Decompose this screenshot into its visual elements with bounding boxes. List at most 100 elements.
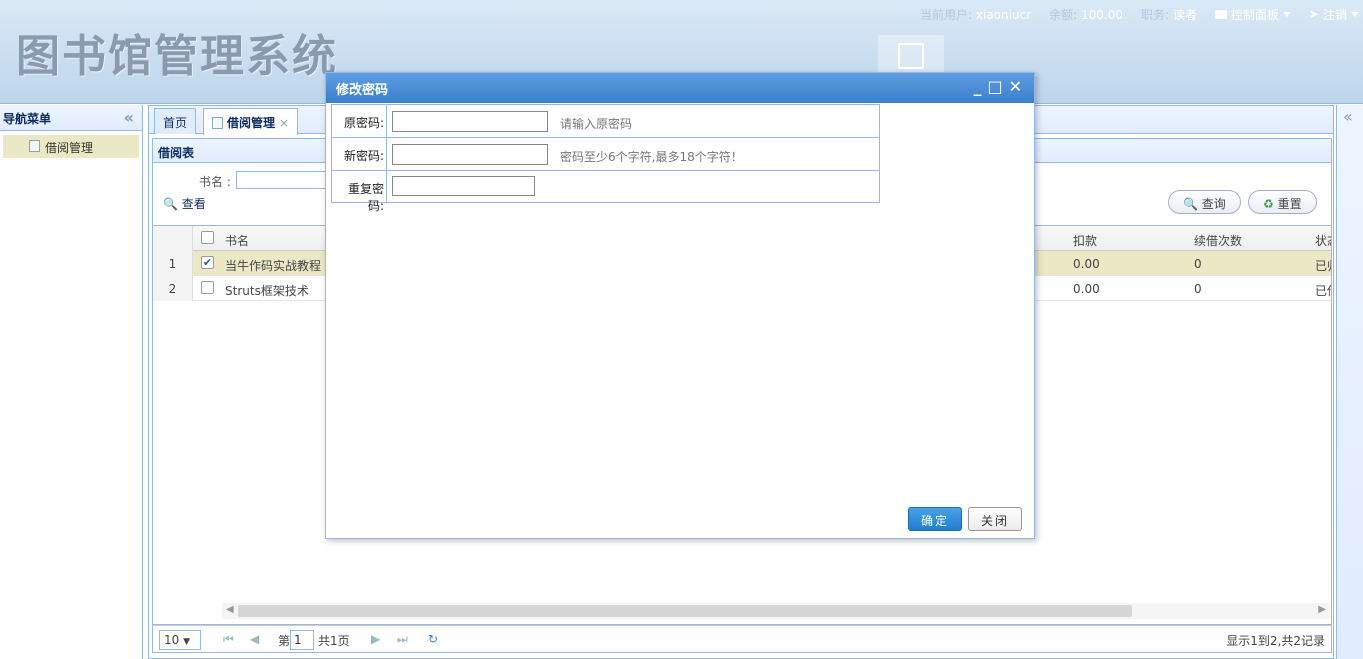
tab-label: 借阅管理 (227, 116, 276, 130)
cell-status: 已借 (1315, 284, 1331, 298)
role: 职务: 读者 (1141, 6, 1197, 23)
tab-home[interactable]: 首页 (154, 108, 197, 134)
search-icon: 🔍 (1183, 197, 1198, 211)
password-form: 原密码: 请输入原密码 新密码: 密码至少6个字符,最多18个字符！ 重复密码: (331, 104, 880, 213)
column-header-renew[interactable]: 续借次数 (1194, 232, 1242, 249)
scroll-left-icon[interactable]: ◀ (226, 604, 234, 615)
repeat-password-input[interactable] (392, 176, 535, 196)
search-label: 书名 : (199, 175, 231, 189)
cell-status: 已归 (1315, 259, 1331, 273)
edit-icon (898, 43, 924, 69)
confirm-button[interactable]: 确定 (908, 507, 963, 531)
current-user-value: xiaoniucr (975, 7, 1032, 22)
document-icon (29, 140, 40, 152)
refresh-icon[interactable]: ↻ (428, 632, 438, 646)
next-page-icon[interactable]: ▶ (371, 632, 380, 646)
page-prefix: 第 (278, 634, 291, 648)
current-user: 当前用户: xiaoniucr (920, 6, 1031, 23)
control-panel-menu[interactable]: 控制面板 (1214, 6, 1291, 23)
view-button[interactable]: 🔍 查看 (163, 195, 206, 212)
balance-value: 100.00 (1081, 7, 1124, 22)
monitor-icon (1214, 9, 1227, 19)
first-page-icon[interactable]: ⏮ (223, 632, 234, 647)
change-password-dialog: 修改密码 _ □ ✕ 原密码: 请输入原密码 新密码: 密码至少6个字符,最多1… (325, 72, 1035, 539)
east-panel: « (1336, 105, 1363, 659)
prev-page-icon[interactable]: ◀ (250, 632, 259, 646)
repeat-password-label: 重复密码: (332, 171, 387, 213)
balance-label: 余额: (1049, 7, 1078, 22)
row-number: 2 (153, 276, 193, 301)
control-panel-label: 控制面板 (1230, 7, 1279, 22)
page-size-value: 10 (164, 633, 180, 647)
dialog-window-tools: _ □ ✕ (973, 77, 1022, 96)
page-number-input[interactable]: 1 (290, 630, 314, 650)
refresh-icon: ♻ (1263, 197, 1274, 211)
logout-menu[interactable]: ➤ 注销 (1309, 6, 1359, 23)
chevron-down-icon: ▼ (183, 637, 191, 647)
new-password-label: 新密码: (332, 138, 387, 170)
current-user-label: 当前用户: (920, 7, 973, 22)
pagination-bar: 10 ▼ ⏮ ◀ 第 1 共1页 ▶ ⏭ ↻ 显示1到2,共2记录 (152, 625, 1332, 653)
old-password-label: 原密码: (332, 105, 387, 137)
row-number: 1 (153, 251, 193, 276)
nav-header: 导航菜单 « (0, 105, 142, 131)
page-size-select[interactable]: 10 ▼ (159, 630, 201, 650)
form-row-repeat-password: 重复密码: (332, 171, 879, 213)
reset-label: 重置 (1277, 197, 1302, 211)
column-header-title[interactable]: 书名 (225, 232, 249, 249)
horizontal-scrollbar[interactable]: ◀ ▶ (222, 603, 1330, 619)
tab-label: 首页 (163, 116, 188, 130)
document-icon (212, 117, 223, 129)
last-page-icon[interactable]: ⏭ (397, 632, 408, 647)
column-header-status[interactable]: 状态 (1315, 232, 1331, 249)
view-label: 查看 (181, 197, 206, 211)
chevron-down-icon (1282, 11, 1291, 17)
collapse-left-icon[interactable]: « (124, 108, 134, 127)
sidebar-item-borrow-management[interactable]: 借阅管理 (3, 135, 139, 158)
row-checkbox[interactable] (201, 281, 214, 294)
chevron-down-icon (1351, 11, 1359, 17)
new-password-input[interactable] (392, 144, 548, 165)
scroll-right-icon[interactable]: ▶ (1318, 604, 1326, 615)
balance: 余额: 100.00 (1049, 6, 1123, 23)
row-number-header (153, 226, 193, 251)
cell-fine: 0.00 (1073, 257, 1100, 271)
user-info-bar: 当前用户: xiaoniucr 余额: 100.00 职务: 读者 控制面板 ➤… (920, 5, 1359, 23)
maximize-icon[interactable]: □ (987, 77, 1002, 96)
pagination-info: 显示1到2,共2记录 (1226, 634, 1325, 648)
minimize-icon[interactable]: _ (973, 77, 981, 96)
cell-title: Struts框架技术 (225, 284, 309, 298)
paper-plane-icon: ➤ (1308, 7, 1319, 21)
query-button[interactable]: 🔍 查询 (1168, 190, 1241, 214)
role-label: 职务: (1141, 7, 1170, 22)
dialog-title: 修改密码 (336, 83, 389, 98)
dialog-header: 修改密码 _ □ ✕ (326, 73, 1034, 103)
row-checkbox[interactable]: ✔ (201, 256, 214, 269)
old-password-hint: 请输入原密码 (560, 117, 633, 131)
scrollbar-thumb[interactable] (238, 605, 1132, 617)
tab-close-icon[interactable]: × (279, 116, 289, 130)
expand-right-icon[interactable]: « (1343, 107, 1353, 126)
new-password-hint: 密码至少6个字符,最多18个字符！ (560, 150, 743, 164)
cell-renew: 0 (1194, 282, 1202, 296)
logout-label: 注销 (1322, 7, 1347, 22)
total-pages: 共1页 (318, 634, 350, 648)
form-row-old-password: 原密码: 请输入原密码 (332, 105, 879, 138)
reset-button[interactable]: ♻ 重置 (1248, 190, 1317, 214)
app-logo-title: 图书馆管理系统 (16, 31, 338, 82)
column-header-fine[interactable]: 扣款 (1073, 232, 1097, 249)
search-icon: 🔍 (163, 197, 178, 211)
close-icon[interactable]: ✕ (1009, 77, 1022, 96)
role-value: 读者 (1172, 7, 1197, 22)
query-label: 查询 (1201, 197, 1226, 211)
tab-borrow-management[interactable]: 借阅管理 × (203, 108, 299, 135)
close-button[interactable]: 关闭 (968, 507, 1023, 531)
nav-title: 导航菜单 (3, 112, 52, 126)
sidebar-item-label: 借阅管理 (45, 141, 94, 155)
cell-fine: 0.00 (1073, 282, 1100, 296)
select-all-checkbox[interactable] (201, 231, 214, 244)
cell-title: 当牛作码实战教程 (225, 259, 322, 273)
form-row-new-password: 新密码: 密码至少6个字符,最多18个字符！ (332, 138, 879, 171)
cell-renew: 0 (1194, 257, 1202, 271)
old-password-input[interactable] (392, 111, 548, 132)
